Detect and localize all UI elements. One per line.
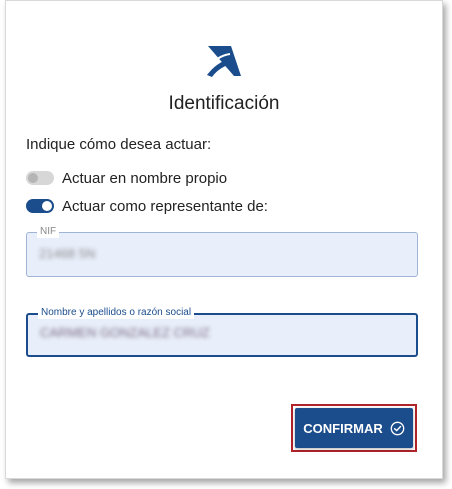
confirm-button[interactable]: CONFIRMAR (295, 408, 413, 448)
option-own-name-label: Actuar en nombre propio (62, 169, 228, 187)
name-field[interactable]: Nombre y apellidos o razón social CARMEN… (26, 307, 418, 357)
option-representative-label: Actuar como representante de: (62, 197, 268, 215)
nif-field-label: NIF (37, 226, 60, 238)
option-own-name[interactable]: Actuar en nombre propio (26, 168, 227, 188)
agencia-tributaria-logo-icon (207, 46, 241, 77)
toggle-on-icon[interactable] (26, 199, 54, 213)
option-representative[interactable]: Actuar como representante de: (26, 196, 268, 216)
toggle-off-icon[interactable] (26, 171, 54, 185)
nif-field-value[interactable]: 21468 5N (39, 246, 95, 261)
identification-dialog: Identificación Indique cómo desea actuar… (5, 0, 443, 479)
name-field-value[interactable]: CARMEN GONZALEZ CRUZ (40, 325, 210, 340)
check-circle-icon (390, 421, 405, 435)
dialog-title: Identificación (168, 93, 280, 114)
name-field-label: Nombre y apellidos o razón social (38, 307, 195, 319)
action-prompt: Indique cómo desea actuar: (26, 136, 212, 153)
confirm-button-label: CONFIRMAR (303, 420, 383, 436)
nif-field[interactable]: NIF 21468 5N (26, 226, 418, 277)
